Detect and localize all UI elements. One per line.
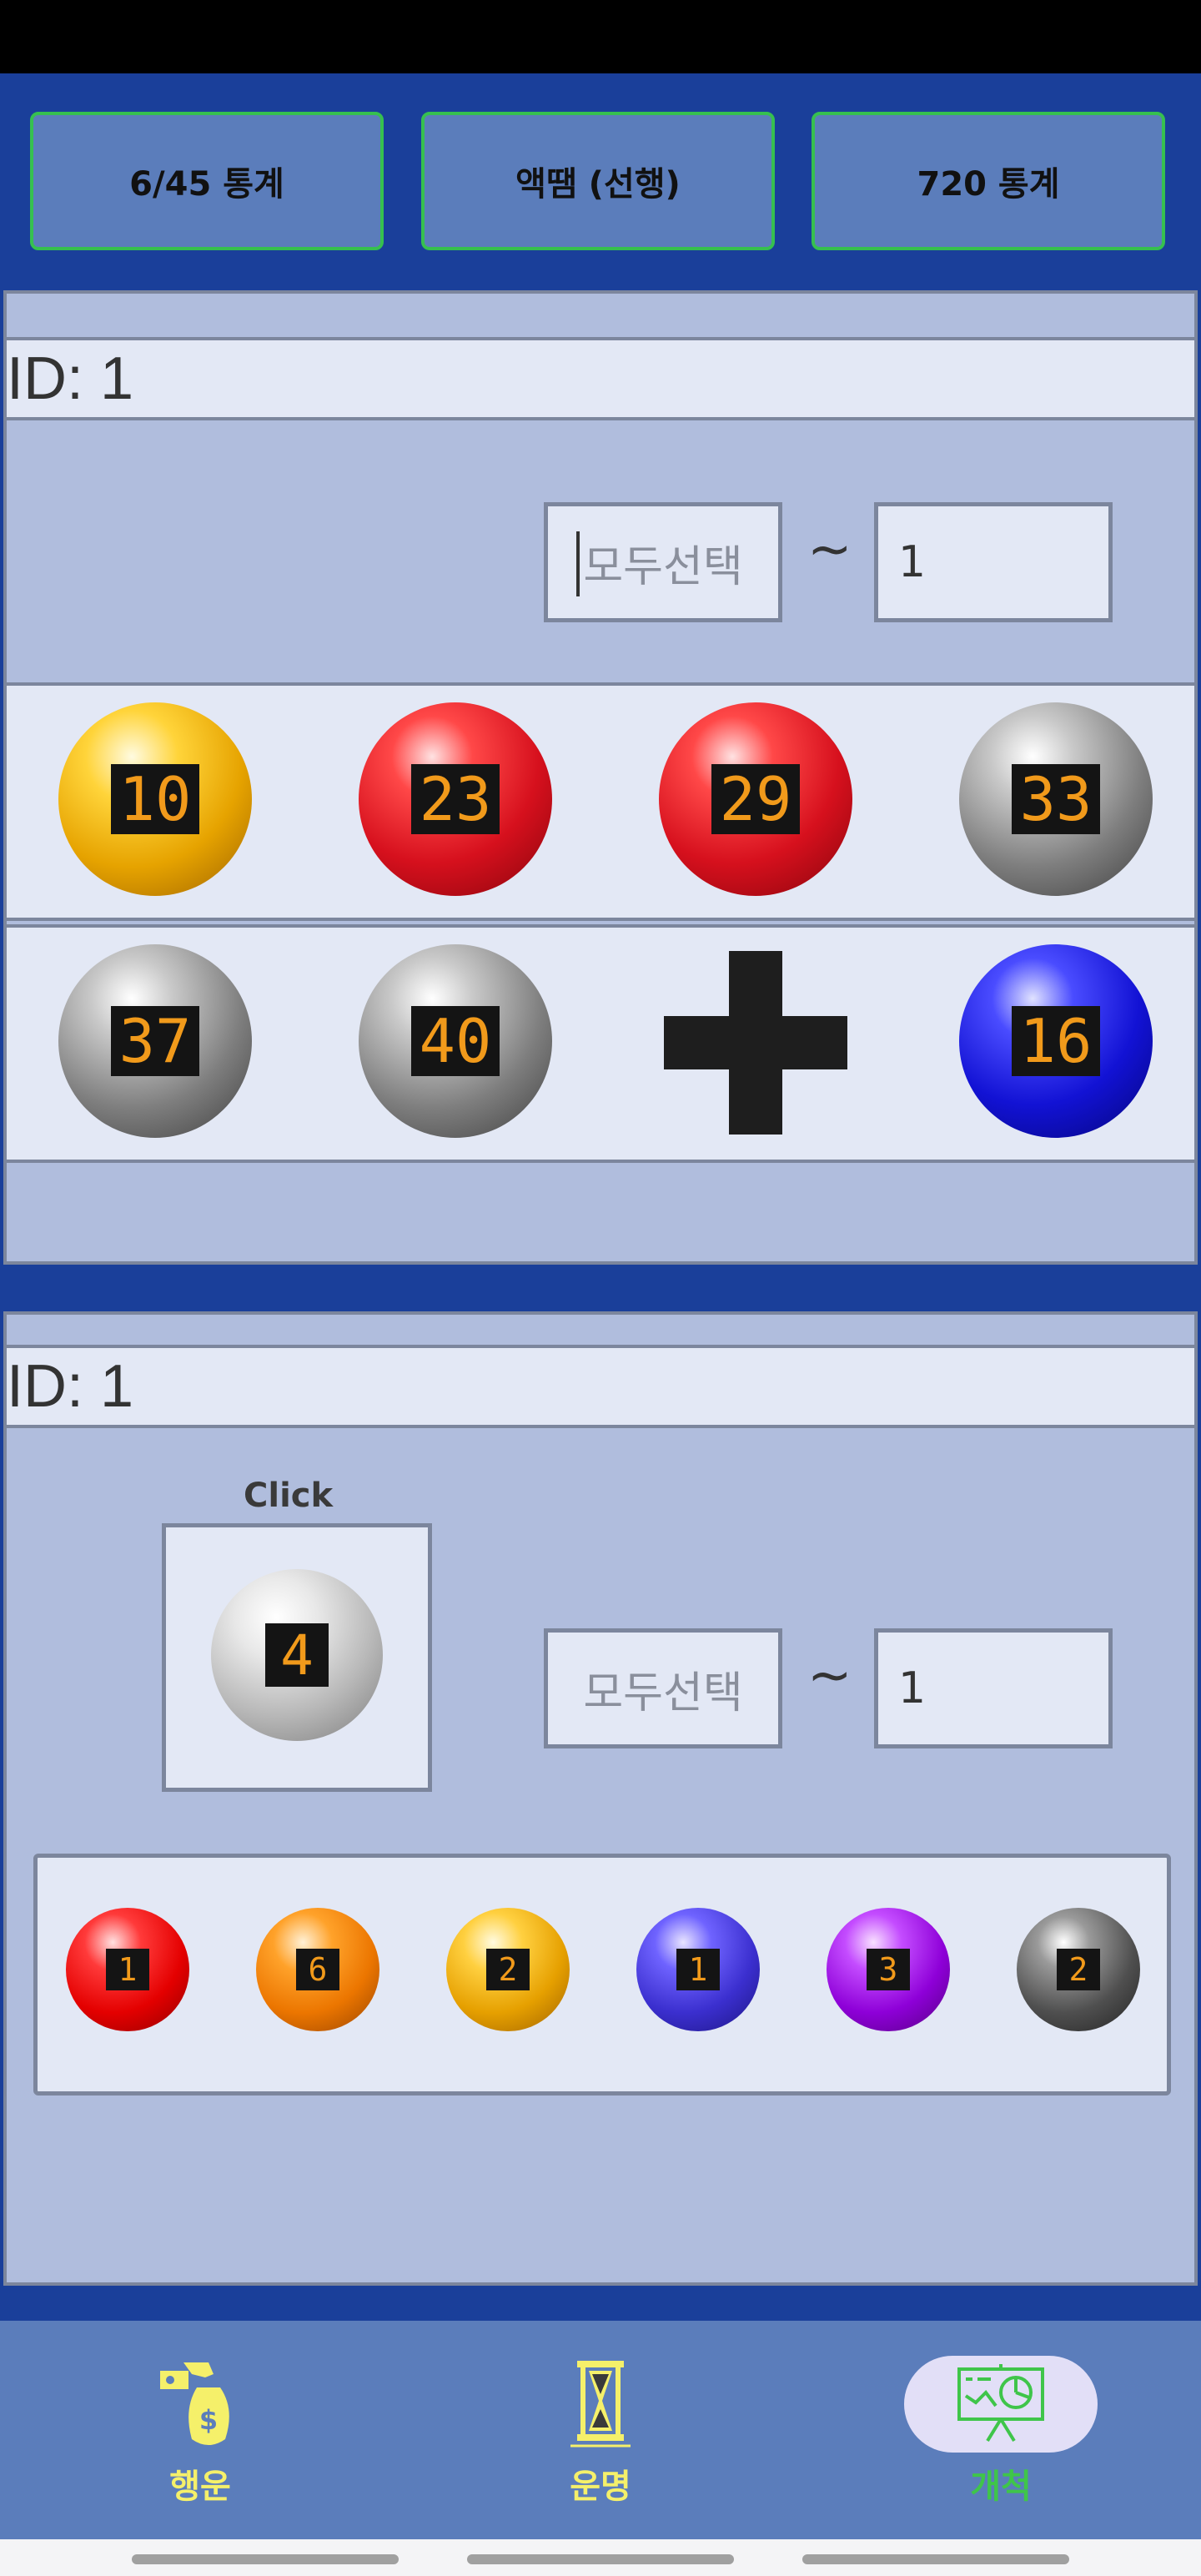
presentation-chart-icon (957, 2364, 1044, 2443)
panel2-select-all-input[interactable]: 모두선택 (544, 1628, 782, 1748)
lotto-ball: 1 (66, 1908, 189, 2031)
bottom-navigation: $ 행운 운명 개척 (0, 2321, 1201, 2539)
panel1-ball-row-2: 37 40 16 (7, 924, 1194, 1163)
gesture-handle (132, 2554, 399, 2564)
text-cursor (576, 531, 580, 596)
group-ball-button[interactable]: 4 (162, 1523, 432, 1792)
lotto-720-panel: ID: 1 Click 4 모두선택 ~ 1 1 6 2 1 3 2 (3, 1311, 1198, 2286)
panel1-id: ID: 1 (7, 345, 134, 412)
nav-item-luck[interactable]: $ 행운 (0, 2321, 400, 2539)
tab-720-stats[interactable]: 720 통계 (812, 112, 1165, 250)
ball-number: 2 (486, 1949, 530, 1990)
nav-label-luck: 행운 (169, 2468, 231, 2506)
panel1-select-all-placeholder: 모두선택 (583, 541, 743, 592)
tab-prevention-label: 액땜 (선행) (515, 165, 681, 204)
panel1-count-input[interactable]: 1 (874, 502, 1113, 622)
tab-720-stats-label: 720 통계 (917, 165, 1060, 204)
ball-number: 29 (711, 764, 800, 834)
group-ball: 4 (211, 1569, 383, 1741)
panel2-ball-row: 1 6 2 1 3 2 (33, 1854, 1171, 2096)
ball-number: 33 (1012, 764, 1100, 834)
tab-prevention[interactable]: 액땜 (선행) (421, 112, 775, 250)
lotto-ball: 1 (636, 1908, 760, 2031)
nav-item-pioneer[interactable]: 개척 (801, 2321, 1201, 2539)
lotto-ball: 37 (58, 944, 252, 1138)
plus-icon (664, 951, 847, 1135)
hourglass-icon (570, 2361, 631, 2448)
tab-645-stats[interactable]: 6/45 통계 (30, 112, 384, 250)
panel2-select-all-placeholder: 모두선택 (583, 1668, 743, 1718)
panel2-tilde: ~ (807, 1645, 852, 1707)
gesture-handle (802, 2554, 1069, 2564)
lotto-ball: 23 (359, 702, 552, 896)
ball-number: 40 (411, 1006, 500, 1076)
lotto-ball: 2 (1017, 1908, 1140, 2031)
lotto-ball: 2 (446, 1908, 570, 2031)
lotto-ball: 29 (659, 702, 852, 896)
panel1-count-value: 1 (898, 537, 927, 587)
lotto-645-panel: ID: 1 모두선택 ~ 1 10 23 29 33 37 40 16 (3, 290, 1198, 1265)
bonus-ball: 16 (959, 944, 1153, 1138)
panel2-id: ID: 1 (7, 1353, 134, 1420)
nav-item-destiny[interactable]: 운명 (400, 2321, 801, 2539)
status-bar (0, 0, 1201, 73)
click-label: Click (244, 1477, 334, 1515)
ball-number: 1 (676, 1949, 720, 1990)
ball-number: 3 (867, 1949, 910, 1990)
lotto-ball: 10 (58, 702, 252, 896)
ball-number: 37 (111, 1006, 199, 1076)
ball-number: 6 (296, 1949, 339, 1990)
svg-text:$: $ (199, 2404, 218, 2436)
panel2-count-value: 1 (898, 1663, 927, 1713)
tab-645-stats-label: 6/45 통계 (129, 165, 284, 204)
panel1-id-bar: ID: 1 (7, 337, 1194, 420)
lotto-ball: 40 (359, 944, 552, 1138)
panel1-select-all-input[interactable]: 모두선택 (544, 502, 782, 622)
panel1-tilde: ~ (807, 519, 852, 581)
ball-number: 16 (1012, 1006, 1100, 1076)
panel2-count-input[interactable]: 1 (874, 1628, 1113, 1748)
ball-number: 1 (106, 1949, 149, 1990)
lotto-ball: 33 (959, 702, 1153, 896)
nav-label-destiny: 운명 (570, 2468, 631, 2506)
ball-number: 23 (411, 764, 500, 834)
nav-label-pioneer: 개척 (970, 2468, 1032, 2506)
panel2-id-bar: ID: 1 (7, 1345, 1194, 1428)
gesture-handle (467, 2554, 734, 2564)
lotto-ball: 3 (827, 1908, 950, 2031)
money-bag-icon: $ (160, 2362, 229, 2445)
ball-number: 4 (265, 1623, 329, 1688)
lotto-ball: 6 (256, 1908, 379, 2031)
ball-number: 2 (1057, 1949, 1100, 1990)
gesture-bar (0, 2539, 1201, 2576)
ball-number: 10 (111, 764, 199, 834)
panel1-ball-row-1: 10 23 29 33 (7, 682, 1194, 921)
